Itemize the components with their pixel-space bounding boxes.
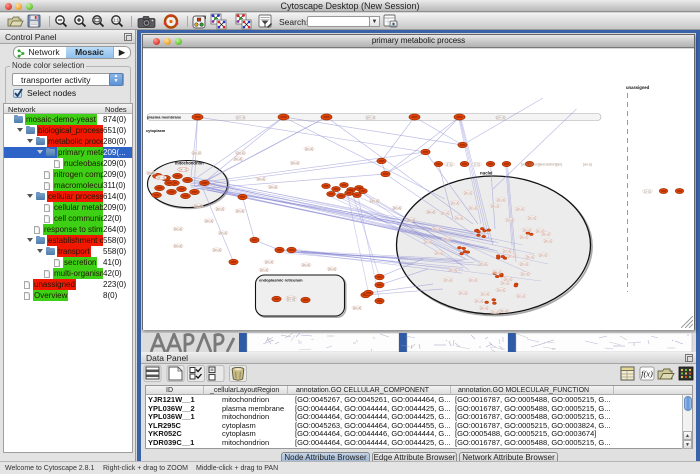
svg-text:[an-a]: [an-a] bbox=[236, 151, 244, 155]
svg-text:[an-a]: [an-a] bbox=[305, 147, 313, 151]
svg-text:[an-a]: [an-a] bbox=[542, 232, 550, 236]
svg-text:[an-a]: [an-a] bbox=[451, 201, 459, 205]
svg-text:[an-a]: [an-a] bbox=[500, 309, 508, 313]
svg-text:[an-a]: [an-a] bbox=[520, 235, 528, 239]
svg-text:nuclei: nuclei bbox=[480, 171, 492, 176]
svg-text:[an-a]: [an-a] bbox=[174, 227, 182, 231]
svg-text:[an-a]: [an-a] bbox=[455, 216, 463, 220]
svg-text:[an-a]: [an-a] bbox=[291, 161, 299, 165]
svg-text:[an-a]: [an-a] bbox=[302, 263, 310, 267]
svg-text:[an-a]: [an-a] bbox=[475, 299, 483, 303]
svg-text:[an-a]: [an-a] bbox=[147, 171, 155, 175]
svg-text:[an-a]: [an-a] bbox=[265, 260, 273, 264]
svg-text:[an-a]: [an-a] bbox=[216, 207, 224, 211]
svg-text:[an-a]: [an-a] bbox=[481, 292, 489, 296]
svg-text:[annotation][annotation][an]: [annotation][annotation][an] bbox=[521, 163, 562, 167]
svg-text:[an-a]: [an-a] bbox=[459, 291, 467, 295]
svg-text:[an-a]: [an-a] bbox=[528, 216, 536, 220]
svg-text:1:1: 1:1 bbox=[113, 18, 120, 23]
svg-text:[an-a]: [an-a] bbox=[516, 207, 524, 211]
svg-text:[an-a]: [an-a] bbox=[469, 278, 477, 282]
svg-text:[an-a]: [an-a] bbox=[526, 255, 534, 259]
svg-text:[an-a]: [an-a] bbox=[480, 306, 488, 310]
svg-text:[an-a]: [an-a] bbox=[174, 244, 182, 248]
svg-text:[an-a]: [an-a] bbox=[205, 219, 213, 223]
svg-text:[an-a]: [an-a] bbox=[517, 294, 525, 298]
svg-text:[r-a]: [r-a] bbox=[447, 163, 453, 167]
svg-text:[an-a]: [an-a] bbox=[497, 198, 505, 202]
svg-text:[an-a]: [an-a] bbox=[539, 253, 547, 257]
svg-text:[an-a]: [an-a] bbox=[219, 231, 227, 235]
svg-text:[an-a]: [an-a] bbox=[508, 254, 516, 258]
svg-text:[an-a]: [an-a] bbox=[491, 310, 499, 314]
svg-text:[an-a]: [an-a] bbox=[521, 272, 529, 276]
svg-text:[an-a]: [an-a] bbox=[424, 240, 432, 244]
svg-text:[an-a]: [an-a] bbox=[449, 268, 457, 272]
svg-text:[an-a]: [an-a] bbox=[469, 206, 477, 210]
svg-text:mitochondrion: mitochondrion bbox=[175, 161, 204, 166]
svg-text:f(x): f(x) bbox=[641, 369, 653, 379]
svg-text:[an-a]: [an-a] bbox=[234, 157, 242, 161]
svg-text:[an-a]: [an-a] bbox=[370, 199, 378, 203]
svg-text:[an-a]: [an-a] bbox=[491, 204, 499, 208]
svg-text:[an-a]: [an-a] bbox=[427, 210, 435, 214]
svg-text:[an-a]: [an-a] bbox=[479, 262, 487, 266]
svg-text:[an-a]: [an-a] bbox=[501, 281, 509, 285]
svg-text:[pm-a]: [pm-a] bbox=[366, 116, 375, 120]
svg-text:[an-a]: [an-a] bbox=[194, 204, 202, 208]
svg-text:[an-a]: [an-a] bbox=[520, 262, 528, 266]
svg-text:[an-a]: [an-a] bbox=[257, 177, 265, 181]
svg-text:[u-a]: [u-a] bbox=[644, 190, 650, 194]
svg-text:[an-a]: [an-a] bbox=[497, 288, 505, 292]
svg-text:[an-a]: [an-a] bbox=[503, 249, 511, 253]
svg-text:[r-b]: [r-b] bbox=[474, 163, 480, 167]
svg-text:[an-a]: [an-a] bbox=[192, 151, 200, 155]
svg-text:cytoplasm: cytoplasm bbox=[146, 128, 166, 133]
svg-text:[an-a]: [an-a] bbox=[236, 209, 244, 213]
svg-text:unassigned: unassigned bbox=[626, 85, 650, 90]
svg-text:[pm-a]: [pm-a] bbox=[496, 116, 505, 120]
svg-text:[an-a]: [an-a] bbox=[157, 176, 166, 180]
svg-text:[an-a]: [an-a] bbox=[353, 306, 361, 310]
svg-text:plasma membrane: plasma membrane bbox=[147, 114, 182, 119]
svg-text:[an-a]: [an-a] bbox=[328, 267, 336, 271]
svg-text:[an-a]: [an-a] bbox=[493, 270, 501, 274]
svg-text:[an-a]: [an-a] bbox=[441, 211, 449, 215]
svg-text:[an-a]: [an-a] bbox=[464, 191, 472, 195]
svg-text:[pm-a]: [pm-a] bbox=[236, 116, 245, 120]
svg-text:[er-a]: [er-a] bbox=[287, 298, 295, 302]
svg-text:[an-a]: [an-a] bbox=[407, 218, 415, 222]
svg-text:[an-a]: [an-a] bbox=[213, 248, 221, 252]
svg-text:[an-a]: [an-a] bbox=[544, 239, 552, 243]
svg-text:[an-a]: [an-a] bbox=[269, 185, 277, 189]
svg-text:[an-a]: [an-a] bbox=[433, 227, 441, 231]
svg-text:[an-a]: [an-a] bbox=[260, 268, 268, 272]
svg-text:[an-a]: [an-a] bbox=[506, 218, 514, 222]
svg-text:[an-a]: [an-a] bbox=[444, 278, 452, 282]
svg-text:[an-a]: [an-a] bbox=[443, 237, 451, 241]
svg-text:[an-a]: [an-a] bbox=[393, 206, 401, 210]
svg-text:[an-a]: [an-a] bbox=[523, 228, 531, 232]
svg-text:[an-a]: [an-a] bbox=[435, 251, 443, 255]
svg-text:[an-a]: [an-a] bbox=[179, 168, 188, 172]
svg-text:[an-a]: [an-a] bbox=[583, 163, 592, 167]
svg-text:endoplasmic reticulum: endoplasmic reticulum bbox=[259, 277, 303, 282]
